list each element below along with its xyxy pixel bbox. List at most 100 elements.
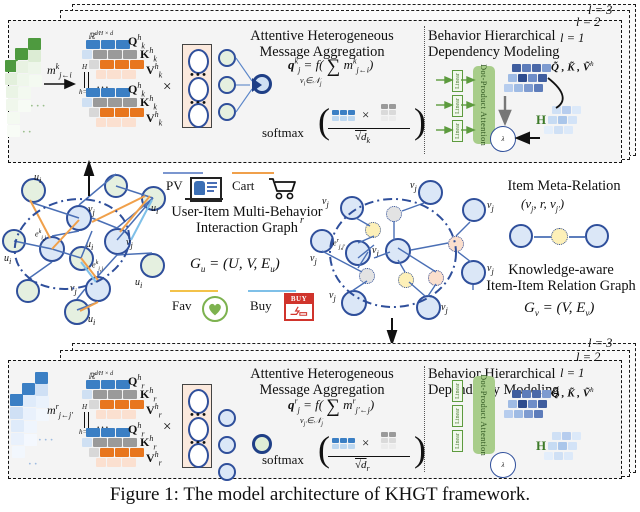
top-times-symbol: × [163,79,172,95]
user-item-graph-notation: Gu = (U, V, Eu) [190,256,280,274]
bottom-dim-sup: d⁄H × d [94,371,114,378]
item-meta-relation-title: Item Meta-Relation [507,178,621,194]
bottom-linear-label-1: Linear [454,383,461,399]
top-softmax-label: softmax [262,125,304,140]
bottom-v-label-1: Vhr [146,402,162,420]
bottom-attention-label: Dot-Product Attention [479,373,489,457]
ui-node-user-3 [2,229,26,253]
top-linear-box-1: Linear [452,70,463,92]
item-meta-relation-tuple: (vj, r, vj′) [521,196,565,214]
bottom-softmax-times: × [362,435,370,450]
top-formula: qkj = f( ∑ mkj←i) [288,56,374,77]
bottom-lambda-node: λ [490,452,516,478]
bottom-denominator: √dr [355,459,370,474]
top-lambda-node: λ [490,126,516,152]
ii-label-6: vj [372,245,379,258]
top-sum-symbol: ∑ [326,56,341,77]
ui-title-line2: Interaction Graph [196,220,298,237]
legend-cart-label: Cart [232,178,255,193]
top-denominator: √dk [355,131,371,146]
top-v-label-1: Vhk [146,62,163,80]
bottom-concat-top: H [82,403,88,411]
user-item-graph-title: User-Item Multi-Behavior Interaction Gra… [158,204,336,236]
cart-icon [269,178,296,200]
top-message-symbol: mkj←i [47,62,72,80]
bottom-panel-divider [424,366,425,472]
ui-node-user-5 [64,299,90,325]
ii-node-item-3 [462,198,486,222]
ui-label-user-6: ui [135,277,143,290]
ii-node-item-1 [340,196,364,220]
legend-buy-label: Buy [250,298,272,313]
ui-node-user-6 [140,253,165,278]
ii-label-8: vj [329,290,336,303]
top-agg-node-2 [218,76,236,94]
ii-node-relation-1 [386,206,402,222]
ui-label-user-5: ui [88,314,96,327]
top-softmax-paren-left: ( [318,101,330,141]
bottom-agg-node-2 [218,436,236,454]
ui-label-user-7: ui [86,239,94,252]
top-k-label-1: Khk [140,46,157,64]
bottom-agg-output-node [252,434,272,454]
bottom-sum-subscript: vj′∈𝒩j [300,416,323,428]
ii-node-relation-3 [448,236,464,252]
bottom-linear-label-3: Linear [454,433,461,449]
top-linear-box-3: Linear [452,120,463,142]
bottom-linear-box-3: Linear [452,430,463,452]
bottom-concat-bars [83,412,90,428]
bottom-agg-node-1 [218,409,236,427]
bottom-dot-product-attention: Dot-Product Attention [473,373,495,457]
ii-node-relation-5 [398,272,414,288]
heart-icon [202,296,228,322]
top-agg-output-node [252,74,272,94]
ii-label-3: vj [487,200,494,213]
legend-cart-color-bar [232,172,274,175]
bottom-layer-label-2: l = 2 [576,350,601,364]
ui-node-user-2 [104,174,128,198]
bottom-k-label-1: Khr [140,386,157,404]
top-linear-box-2: Linear [452,95,463,117]
bottom-linear-box-2: Linear [452,405,463,427]
ui-label-item-1: vj [88,204,95,217]
top-linear-label-1: Linear [454,73,461,89]
bottom-aggregation-title: Attentive Heterogeneous Message Aggregat… [222,366,422,398]
top-softmax-fraction-bar [328,128,410,130]
top-concat-top: H [82,63,88,71]
figure-caption: Figure 1: The model architecture of KHGT… [109,484,531,505]
ii-node-item-6 [345,240,371,266]
bottom-agg-node-3 [218,463,236,481]
ii-node-item-8 [341,290,367,316]
buy-icon: BUY [284,293,314,321]
top-softmax-times: × [362,107,370,122]
ui-edge-label-2: eki,j [92,260,104,273]
top-concat-bars [83,72,90,88]
ui-title-line1: User-Item Multi-Behavior [171,204,323,220]
ii-title-line1: Knowledge-aware [508,262,614,278]
ii-node-relation-2 [365,222,381,238]
top-agg-node-3 [218,103,236,121]
bottom-formula: qrj = f( ∑ mrj′←j) [288,396,375,417]
bottom-tilde-qkv-label: Q̃ , K̃ , Ṽh [551,386,594,400]
legend-fav-color-bar [170,290,218,293]
top-hier-title: Behavior Hierarchical Dependency Modelin… [428,28,588,60]
bottom-linear-label-2: Linear [454,408,461,424]
bottom-softmax-label: softmax [262,452,304,467]
ii-node-item-2 [418,180,443,205]
bottom-message-sub: j←j′ [58,410,73,420]
top-k-label-2: Khk [140,94,157,112]
top-linear-label-2: Linear [454,98,461,114]
ui-label-user-1: ui [34,172,42,185]
ii-node-relation-6 [428,270,444,286]
ui-label-item-3: vj [126,237,133,250]
ii-node-item-9 [416,295,441,320]
bottom-ellipse-stack: • • • • • • [182,384,212,468]
bottom-softmax-paren-left: ( [318,429,330,469]
ii-title-line2: Item-Item Relation Graph [486,278,636,295]
figure-root: l = 3 l = 2 l = 1 · · · · · mkj←i H h=1 … [0,0,640,512]
ui-node-user-4 [16,279,40,303]
ui-node-item-4 [85,276,111,302]
legend-pv-label: PV [166,178,183,193]
top-hier-title-line1: Behavior Hierarchical [428,28,556,44]
bottom-times-symbol: × [163,419,172,435]
